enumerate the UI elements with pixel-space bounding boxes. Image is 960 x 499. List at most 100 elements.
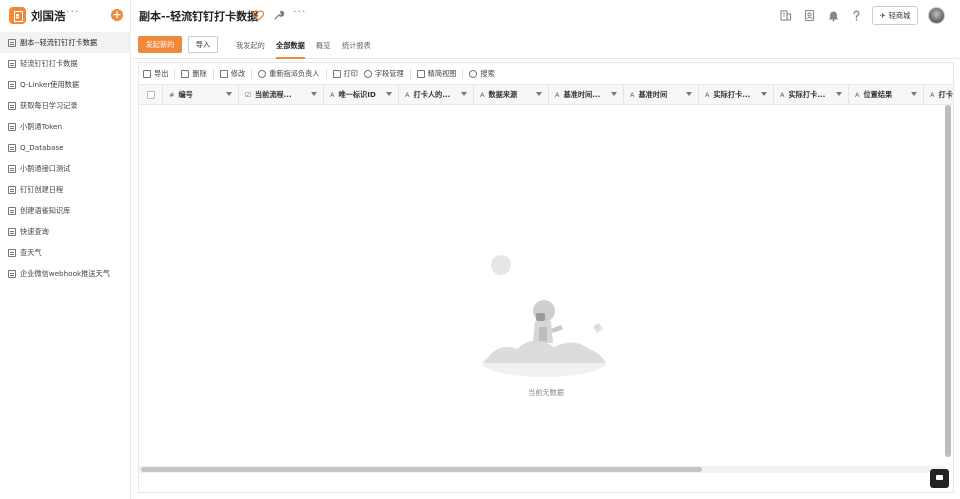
new-record-button[interactable]: 发起新的 <box>138 36 182 53</box>
tab-overview[interactable]: 概览 <box>316 32 330 59</box>
tab-all-data[interactable]: 全部数据 <box>276 32 305 59</box>
sidebar-item-wecom-webhook[interactable]: 企业微信webhook推送天气 <box>0 263 131 284</box>
form-icon <box>8 227 16 236</box>
column-menu-icon[interactable] <box>226 92 232 96</box>
print-button[interactable]: 打印 <box>332 68 358 79</box>
text-field-icon: A <box>330 90 335 99</box>
column-header[interactable]: A 位置结果 <box>849 85 924 104</box>
export-button[interactable]: 导出 <box>143 69 168 79</box>
column-menu-icon[interactable] <box>836 92 842 96</box>
light-mall-label: 轻商城 <box>888 10 911 20</box>
sidebar-item-copy-dingtalk[interactable]: 副本--轻流钉钉打卡数据 <box>0 32 131 53</box>
sidebar-item-label: 企业微信webhook推送天气 <box>20 268 110 278</box>
export-label: 导出 <box>154 68 169 78</box>
column-header[interactable]: A 实际打卡... <box>699 85 774 104</box>
column-menu-icon[interactable] <box>761 92 767 96</box>
vertical-scrollbar[interactable] <box>945 105 951 457</box>
trash-icon <box>181 69 190 78</box>
light-mall-button[interactable]: ✈ 轻商城 <box>872 6 918 25</box>
sidebar-item-xet-token[interactable]: 小鹅通Token <box>0 116 131 137</box>
tab-statistics[interactable]: 统计报表 <box>342 32 371 59</box>
column-header[interactable]: ☑ 当前流程... <box>239 85 324 104</box>
edit-button[interactable]: 修改 <box>219 68 246 79</box>
delete-button[interactable]: 删除 <box>181 68 207 79</box>
workspace-more-icon[interactable]: ··· <box>66 5 80 18</box>
column-menu-icon[interactable] <box>686 92 692 96</box>
data-card: 导出 删除 修改 重新指派负责人 打印 字段管理 精简视图 搜索 # 编号 ☑ 当前… <box>138 62 954 493</box>
sidebar-item-qlinker[interactable]: Q-Linker使用数据 <box>0 74 131 95</box>
sidebar-item-label: 获取每日学习记录 <box>20 100 78 110</box>
form-icon <box>8 164 16 173</box>
search-button[interactable]: 搜索 <box>469 69 495 79</box>
sidebar-item-label: 查天气 <box>20 247 42 257</box>
reassign-button[interactable]: 重新指派负责人 <box>258 69 320 79</box>
column-header[interactable]: A 基准时间... <box>549 85 624 104</box>
column-header-label: 打卡人的... <box>413 89 451 99</box>
app-list: 副本--轻流钉钉打卡数据 轻流钉钉打卡数据 Q-Linker使用数据 获取每日学… <box>0 32 131 284</box>
help-icon[interactable] <box>850 9 863 22</box>
sidebar-item-daily-study[interactable]: 获取每日学习记录 <box>0 95 131 116</box>
sidebar-item-xet-api-test[interactable]: 小鹅通接口测试 <box>0 158 131 179</box>
toolbar-divider <box>174 68 176 79</box>
column-menu-icon[interactable] <box>461 92 467 96</box>
sidebar-item-label: 小鹅通接口测试 <box>20 163 71 173</box>
scrollbar-thumb[interactable] <box>141 467 702 472</box>
table-toolbar: 导出 删除 修改 重新指派负责人 打印 字段管理 精简视图 搜索 <box>139 63 953 84</box>
scrollbar-thumb[interactable] <box>945 105 951 457</box>
text-field-icon: A <box>480 90 485 99</box>
column-header[interactable]: A 数据来源 <box>474 85 549 104</box>
horizontal-scrollbar[interactable] <box>139 466 945 473</box>
column-header[interactable]: A打卡结 <box>924 85 953 104</box>
sidebar-item-quick-query[interactable]: 快速查询 <box>0 221 131 242</box>
sidebar-item-label: Q-Linker使用数据 <box>20 79 80 89</box>
column-menu-icon[interactable] <box>311 92 317 96</box>
user-icon <box>258 69 267 78</box>
column-header-label: 基准时间... <box>563 89 601 99</box>
column-menu-icon[interactable] <box>611 92 617 96</box>
edit-label: 修改 <box>230 68 246 78</box>
sidebar: 刘国浩 ··· + 副本--轻流钉钉打卡数据 轻流钉钉打卡数据 Q-Linker… <box>0 0 131 499</box>
column-header[interactable]: A 唯一标识ID <box>324 85 399 104</box>
sidebar-item-dingtalk[interactable]: 轻流钉钉打卡数据 <box>0 53 131 74</box>
column-header-label: 实际打卡... <box>713 89 751 99</box>
column-menu-icon[interactable] <box>536 92 542 96</box>
gear-icon <box>363 69 372 78</box>
column-header[interactable]: A 打卡人的... <box>399 85 474 104</box>
column-header[interactable]: A 基准时间 <box>624 85 699 104</box>
column-header[interactable]: A 实际打卡... <box>774 85 849 104</box>
sidebar-item-weather[interactable]: 查天气 <box>0 242 131 263</box>
column-header[interactable]: # 编号 <box>163 85 239 104</box>
sidebar-item-q-database[interactable]: Q_Database <box>0 137 131 158</box>
field-manage-button[interactable]: 字段管理 <box>363 69 404 79</box>
print-label: 打印 <box>343 68 358 78</box>
delete-label: 删除 <box>192 68 207 78</box>
column-menu-icon[interactable] <box>386 92 392 96</box>
column-menu-icon[interactable] <box>911 92 917 96</box>
empty-state-text: 当前无数据 <box>528 388 564 397</box>
form-icon <box>8 206 16 215</box>
settings-wrench-icon[interactable] <box>273 9 285 21</box>
sidebar-item-dingtalk-schedule[interactable]: 钉钉创建日程 <box>0 179 131 200</box>
compact-view-button[interactable]: 精简视图 <box>416 69 456 79</box>
bell-icon[interactable] <box>827 9 840 22</box>
user-avatar[interactable] <box>928 7 945 24</box>
import-button[interactable]: 导入 <box>188 36 218 53</box>
text-field-icon: A <box>780 90 785 99</box>
app-root: 刘国浩 ··· + 副本--轻流钉钉打卡数据 轻流钉钉打卡数据 Q-Linker… <box>0 0 960 499</box>
sidebar-item-label: 钉钉创建日程 <box>20 184 64 194</box>
tab-my-submissions[interactable]: 我发起的 <box>236 32 265 59</box>
workspace-name[interactable]: 刘国浩 <box>31 8 66 24</box>
grid-icon <box>416 69 425 78</box>
favorite-heart-icon[interactable] <box>252 9 265 22</box>
contacts-icon[interactable] <box>803 9 816 22</box>
building-icon[interactable] <box>779 9 792 22</box>
toolbar-divider <box>251 68 253 79</box>
export-icon <box>143 69 151 78</box>
chat-support-button[interactable] <box>930 469 949 488</box>
form-icon <box>8 269 16 278</box>
sidebar-item-yuque-kb[interactable]: 创建语雀知识库 <box>0 200 131 221</box>
more-options-icon[interactable]: ··· <box>293 5 307 18</box>
select-all-checkbox[interactable] <box>147 91 155 99</box>
add-app-button[interactable]: + <box>111 9 123 21</box>
column-header-label: 基准时间 <box>638 89 668 99</box>
